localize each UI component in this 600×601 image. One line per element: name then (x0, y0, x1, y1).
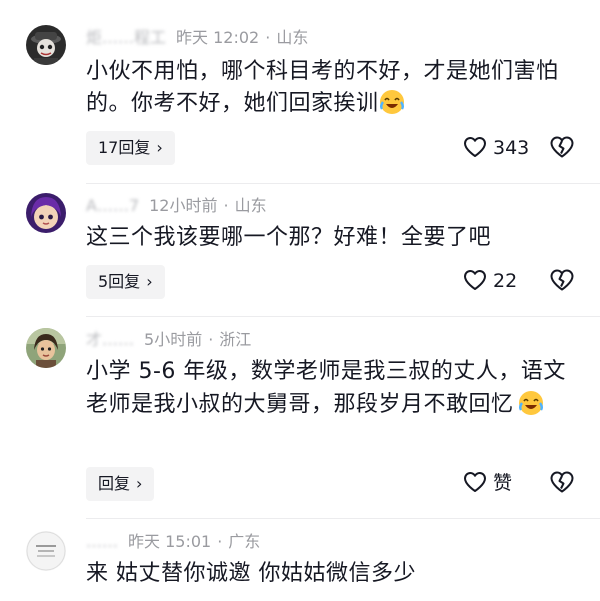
location: 山东 (234, 196, 267, 215)
avatar-image (26, 193, 66, 233)
like-count: 343 (493, 137, 530, 159)
comment-item: 炬……程工 昨天 12:02 · 山东 小伙不用怕，哪个科目考的不好，才是她们害怕的。… (0, 0, 600, 601)
broken-heart-icon (550, 269, 574, 291)
avatar-image (26, 328, 66, 368)
avatar-image (26, 531, 66, 571)
divider (86, 518, 600, 519)
broken-heart-icon (550, 136, 574, 158)
heart-outline-icon (464, 137, 486, 157)
view-replies-button[interactable]: 5回复 › (86, 265, 165, 299)
heart-outline-icon (464, 270, 486, 290)
like-button[interactable]: 343 (463, 133, 529, 163)
avatar[interactable] (26, 531, 66, 571)
chevron-right-icon: › (146, 272, 153, 291)
meta-separator: · (223, 196, 229, 215)
comment-meta: 炬……程工 昨天 12:02 · 山东 (86, 26, 308, 50)
comment-body: 来 姑丈替你诚邀 你姑姑微信多少 (86, 561, 416, 586)
broken-heart-icon (550, 471, 574, 493)
comment-meta: …… 昨天 15:01 · 广东 (86, 530, 260, 554)
chevron-right-icon: › (136, 474, 143, 493)
timestamp: 昨天 12:02 (176, 28, 260, 47)
avatar[interactable] (26, 25, 66, 65)
username[interactable]: 才…… (86, 328, 134, 352)
meta-separator: · (217, 532, 223, 551)
divider (86, 316, 600, 317)
avatar[interactable] (26, 193, 66, 233)
dislike-button[interactable] (549, 268, 575, 294)
dislike-button[interactable] (549, 470, 575, 496)
comment-text: 小伙不用怕，哪个科目考的不好，才是她们害怕的。你考不好，她们回家挨训 (86, 56, 576, 120)
dislike-button[interactable] (549, 135, 575, 161)
like-label: 赞 (493, 472, 513, 494)
laughing-crying-emoji-icon (379, 89, 405, 115)
divider (86, 183, 600, 184)
comment-text: 小学 5-6 年级，数学老师是我三叔的丈人，语文老师是我小叔的大舅哥，那段岁月不… (86, 355, 576, 421)
comment-text: 来 姑丈替你诚邀 你姑姑微信多少 (86, 558, 576, 590)
reply-button[interactable]: 回复 › (86, 467, 155, 501)
reply-label: 回复 (98, 474, 131, 493)
view-replies-button[interactable]: 17回复 › (86, 131, 175, 165)
username[interactable]: …… (86, 530, 118, 554)
like-button[interactable]: 赞 (463, 468, 512, 498)
heart-outline-icon (464, 472, 486, 492)
location: 山东 (276, 28, 309, 47)
location: 广东 (228, 532, 261, 551)
timestamp: 昨天 15:01 (128, 532, 212, 551)
reply-count-label: 5回复 (98, 272, 141, 291)
comment-body: 小学 5-6 年级，数学老师是我三叔的丈人，语文老师是我小叔的大舅哥，那段岁月不… (86, 359, 566, 417)
comment-text: 这三个我该要哪一个那？好难！全要了吧 (86, 222, 576, 254)
timestamp: 12小时前 (149, 196, 218, 215)
username[interactable]: 炬……程工 (86, 26, 166, 50)
meta-separator: · (208, 330, 214, 349)
avatar[interactable] (26, 328, 66, 368)
meta-separator: · (265, 28, 271, 47)
location: 浙江 (219, 330, 252, 349)
like-button[interactable]: 22 (463, 266, 517, 296)
comment-meta: A……7 12小时前 · 山东 (86, 194, 267, 218)
comment-body: 小伙不用怕，哪个科目考的不好，才是她们害怕的。你考不好，她们回家挨训 (86, 59, 559, 116)
laughing-crying-emoji-icon (518, 390, 544, 416)
timestamp: 5小时前 (144, 330, 203, 349)
comment-body: 这三个我该要哪一个那？好难！全要了吧 (86, 225, 492, 250)
chevron-right-icon: › (156, 138, 163, 157)
reply-count-label: 17回复 (98, 138, 151, 157)
username[interactable]: A……7 (86, 194, 139, 218)
avatar-image (26, 25, 66, 65)
comment-meta: 才…… 5小时前 · 浙江 (86, 328, 251, 352)
like-count: 22 (493, 270, 518, 292)
